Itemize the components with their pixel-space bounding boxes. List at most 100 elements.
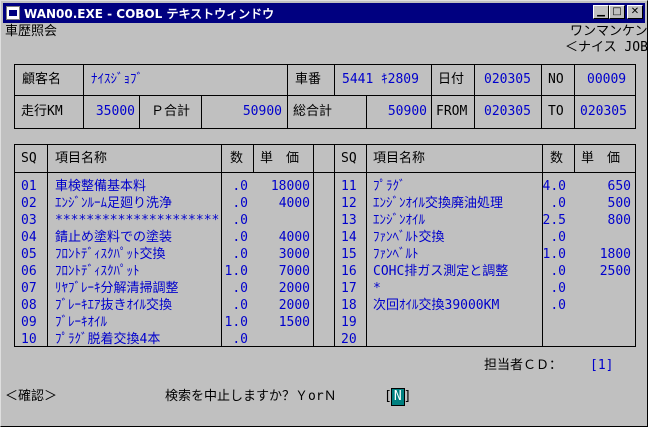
left-row-item: ﾌﾟﾗｸﾞ脱着交換4本 (55, 332, 161, 347)
left-item-header: 項目名称 (55, 151, 108, 166)
left-row-item: ﾌﾞﾚｰｷｵｲﾙ (55, 315, 107, 330)
left-row-sq: 03 (21, 213, 37, 228)
minimize-icon: ▁ (597, 6, 605, 17)
left-row-price: 2000 (278, 281, 310, 296)
right-row-qty: 1.0 (542, 247, 566, 262)
right-row-price: 1800 (599, 247, 631, 262)
left-row-qty: .0 (232, 281, 248, 296)
left-row-price: 18000 (270, 179, 310, 194)
right-row-sq: 17 (341, 281, 357, 296)
title-bar[interactable]: WAN00.EXE - COBOL テキストウィンドウ ▁ □ ✕ (3, 3, 645, 23)
left-row-item: ﾌﾛﾝﾄﾃﾞｨｽｸﾊﾟｯﾄ交換 (55, 247, 166, 262)
right-row-item: ﾌｧﾝﾍﾞﾙﾄ交換 (373, 230, 445, 245)
company-line1: ワンマンケン (570, 24, 648, 39)
left-row-price: 3000 (278, 247, 310, 262)
right-row-price: 500 (607, 196, 631, 211)
window-title: WAN00.EXE - COBOL テキストウィンドウ (24, 6, 275, 21)
left-row-price: 2000 (278, 298, 310, 313)
customer-name-value: ﾅｲｽｼﾞｮﾌﾞ (91, 72, 143, 87)
right-row-sq: 20 (341, 332, 357, 347)
close-button[interactable]: ✕ (627, 5, 643, 19)
left-row-item: ﾘﾔﾌﾞﾚｰｷ分解清掃調整 (55, 281, 179, 296)
left-row-sq: 05 (21, 247, 37, 262)
left-row-sq: 02 (21, 196, 37, 211)
maximize-icon: □ (612, 6, 622, 17)
left-row-sq: 04 (21, 230, 37, 245)
answer-close-bracket: ] (403, 389, 412, 404)
left-row-sq: 08 (21, 298, 37, 313)
right-row-sq: 14 (341, 230, 357, 245)
right-row-qty: 4.0 (542, 179, 566, 194)
left-row-qty: .0 (232, 247, 248, 262)
left-row-qty: .0 (232, 332, 248, 347)
to-value: 020305 (580, 104, 627, 119)
left-row-qty: .0 (232, 213, 248, 228)
right-row-price: 650 (607, 179, 631, 194)
to-label: TO (548, 104, 564, 119)
record-no-label: NO (548, 72, 564, 87)
right-qty-header: 数 (550, 151, 564, 166)
right-sq-header: SQ (341, 151, 357, 166)
parts-total-value: 50900 (242, 104, 282, 119)
grand-total-value: 50900 (387, 104, 427, 119)
staff-code-label: 担当者ＣＤ： (484, 358, 563, 373)
maximize-button[interactable]: □ (609, 5, 625, 19)
app-window: WAN00.EXE - COBOL テキストウィンドウ ▁ □ ✕ 車歴照会 ワ… (0, 0, 648, 427)
from-value: 020305 (484, 104, 531, 119)
left-row-item: ｴﾝｼﾞﾝﾙｰﾑ足廻り洗浄 (55, 196, 173, 211)
left-row-qty: .0 (232, 179, 248, 194)
answer-field[interactable]: [N] (384, 388, 412, 406)
right-row-item: ｴﾝｼﾞﾝｵｲﾙ交換廃油処理 (373, 196, 504, 211)
right-row-sq: 16 (341, 264, 357, 279)
right-row-item: ｴﾝｼﾞﾝｵｲﾙ (373, 213, 425, 228)
mileage-label: 走行KM (21, 104, 63, 119)
left-row-sq: 01 (21, 179, 37, 194)
right-row-sq: 11 (341, 179, 357, 194)
left-row-sq: 09 (21, 315, 37, 330)
left-row-qty: .0 (232, 230, 248, 245)
left-row-price: 7000 (278, 264, 310, 279)
right-item-header: 項目名称 (373, 151, 426, 166)
left-sq-header: SQ (21, 151, 37, 166)
left-row-sq: 10 (21, 332, 37, 347)
right-row-price: 2500 (599, 264, 631, 279)
left-price-header: 単 価 (260, 151, 300, 166)
right-row-qty: .0 (550, 230, 566, 245)
right-row-qty: 2.5 (542, 213, 566, 228)
left-row-qty: 1.0 (224, 264, 248, 279)
mode-indicator: ＜確認＞ (5, 389, 58, 404)
left-row-sq: 07 (21, 281, 37, 296)
answer-open-bracket: [ (384, 389, 392, 404)
left-row-item: 錆止め塗料での塗装 (55, 230, 173, 245)
abort-search-prompt: 検索を中止しますか？ＹorＮ (165, 389, 337, 404)
right-row-sq: 19 (341, 315, 357, 330)
left-row-qty: .0 (232, 298, 248, 313)
right-row-price: 800 (607, 213, 631, 228)
grand-total-label: 総合計 (293, 104, 333, 119)
right-row-item: COHC排ガス測定と調整 (373, 264, 509, 279)
right-row-sq: 18 (341, 298, 357, 313)
company-line2: ＜ナイス JOB＞ (565, 40, 648, 55)
right-row-qty: .0 (550, 264, 566, 279)
window-controls: ▁ □ ✕ (593, 5, 643, 19)
right-row-qty: .0 (550, 196, 566, 211)
date-label: 日付 (438, 72, 465, 87)
minimize-button[interactable]: ▁ (593, 5, 609, 19)
screen-name: 車歴照会 (5, 24, 58, 39)
answer-input[interactable]: N (390, 388, 405, 406)
right-row-item: ﾌｧﾝﾍﾞﾙﾄ (373, 247, 419, 262)
car-number-label: 車番 (295, 72, 322, 87)
app-icon[interactable] (6, 6, 20, 20)
staff-code-value: [1] (590, 358, 614, 373)
right-row-item: ﾌﾟﾗｸﾞ (373, 179, 406, 194)
car-number-value: 5441 ｷ2809 (342, 72, 419, 87)
close-icon: ✕ (630, 6, 640, 17)
left-row-price: 4000 (278, 230, 310, 245)
left-row-item: ﾌﾞﾚｰｷｴｱ抜きｵｲﾙ交換 (55, 298, 173, 313)
right-row-qty: .0 (550, 298, 566, 313)
mileage-value: 35000 (95, 104, 135, 119)
parts-total-label: Ｐ合計 (151, 104, 191, 119)
left-row-price: 4000 (278, 196, 310, 211)
record-no-value: 00009 (587, 72, 627, 87)
left-row-item: ********************* (55, 213, 220, 228)
